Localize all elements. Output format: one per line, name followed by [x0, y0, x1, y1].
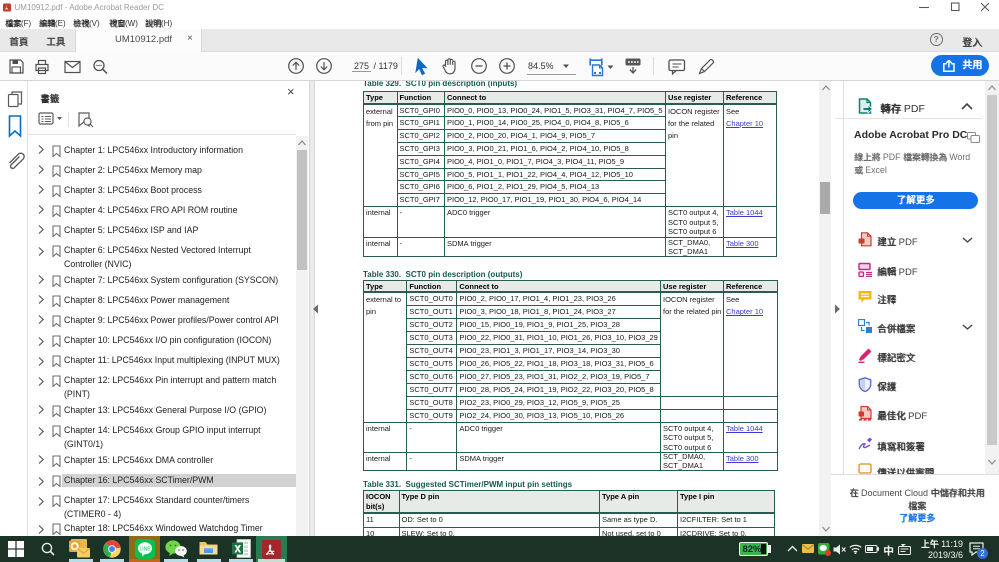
- svg-text:LINE: LINE: [139, 547, 151, 553]
